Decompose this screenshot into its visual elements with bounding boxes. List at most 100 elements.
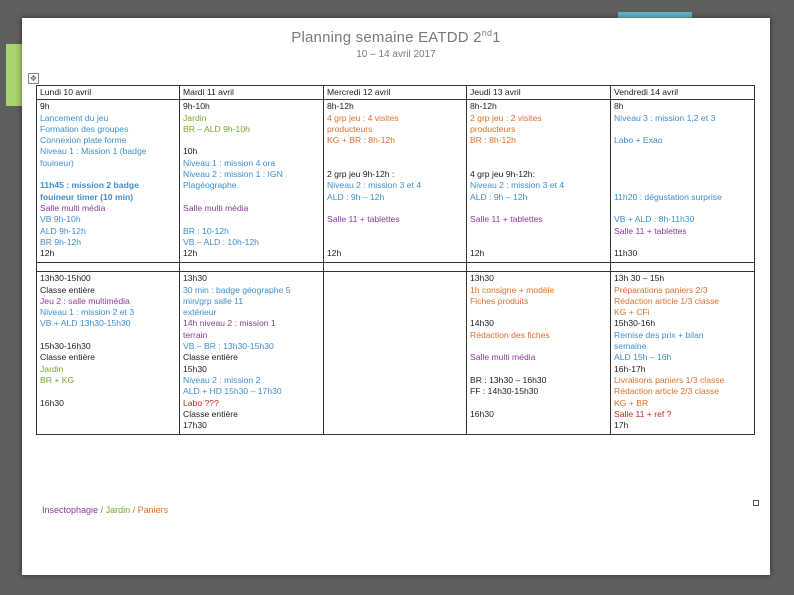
schedule-line: VB + ALD 13h30-15h30 (40, 318, 131, 329)
schedule-line: 16h30 (470, 408, 494, 419)
schedule-line (470, 226, 607, 237)
schedule-line (470, 398, 607, 409)
schedule-line (327, 146, 463, 157)
schedule-line (327, 226, 463, 237)
morning-cell: 8h-12h 2 grp jeu : 2 visites producteurs BR… (466, 99, 611, 264)
schedule-line: KG + BR : 8h-12h (327, 135, 396, 146)
schedule-line: Labo + Exao (614, 135, 663, 146)
schedule-line: Connexion plate forme (40, 135, 127, 146)
schedule-line: terrain (183, 329, 208, 340)
legend-separator: / (130, 505, 138, 515)
schedule-line: Salle 11 + ref ? (614, 408, 672, 419)
schedule-line: semaine (614, 341, 647, 352)
title-end: 1 (492, 29, 501, 46)
spacer-cell (610, 262, 755, 273)
schedule-line: KG + CFi (614, 307, 650, 318)
schedule-line: 11h20 : dégustation surprise (614, 191, 722, 202)
schedule-line: Niveau 2 : mission 1 : IGN (183, 169, 283, 180)
schedule-line: Niveau 2 : mission 3 et 4 (470, 180, 565, 191)
schedule-line (470, 146, 607, 157)
schedule-line: 17h30 (183, 420, 207, 431)
schedule-line: Rédaction des fiches (470, 329, 550, 340)
schedule-line (614, 158, 751, 169)
schedule-line: VB – BR : 13h30-15h30 (183, 341, 274, 352)
schedule-line: 4 grp jeu 9h-12h: (470, 169, 535, 180)
schedule-line: Niveau 3 : mission 1,2 et 3 (614, 112, 716, 123)
spacer-row (36, 262, 755, 273)
schedule-line: Niveau 2 : mission 2 (183, 374, 261, 385)
page-subtitle: 10 – 14 avril 2017 (356, 49, 436, 60)
schedule-line: 12h (327, 248, 342, 259)
schedule-line (327, 203, 463, 214)
schedule-line: Plagéographe (183, 180, 237, 191)
morning-cell: 8h-12h 4 grp jeu : 4 visites producteurs KG… (323, 99, 467, 264)
schedule-line: ALD : 9h – 12h (470, 191, 528, 202)
schedule-line: Classe entière (40, 352, 95, 363)
schedule-line: BR – ALD 9h-10h (183, 123, 250, 134)
schedule-line: Niveau 1 : Mission 1 (badge (40, 146, 147, 157)
schedule-line: VB + ALD : 8h-11h30 (614, 214, 695, 225)
schedule-line: 1h consigne + modèle (470, 284, 555, 295)
day-header-monday: Lundi 10 avril (36, 84, 180, 101)
schedule-line (470, 364, 607, 375)
schedule-line: ALD 15h – 16h (614, 352, 672, 363)
schedule-line: BR : 10-12h (183, 225, 229, 236)
schedule-line: 15h30-16h30 (40, 341, 91, 352)
schedule-line: 8h-12h (327, 101, 354, 112)
schedule-line: Classe entière (40, 284, 95, 295)
schedule-line: Salle 11 + tablettes (470, 214, 543, 225)
schedule-line (470, 341, 607, 352)
schedule-line (470, 158, 607, 169)
schedule-line: FF : 14h30-15h30 (470, 386, 539, 397)
spacer-cell (323, 262, 467, 273)
schedule-line: Salle multi média (40, 202, 106, 213)
schedule-line: BR : 8h-12h (470, 135, 516, 146)
schedule-line: 2 grp jeu : 2 visites (470, 112, 542, 123)
schedule-line: producteurs (470, 123, 516, 134)
title-superscript: nd (481, 28, 493, 38)
schedule-line: 4 grp jeu : 4 visites (327, 112, 399, 123)
table-resize-handle[interactable] (753, 500, 759, 506)
schedule-line: VB 9h-10h (40, 214, 81, 225)
schedule-line: Salle 11 + tablettes (614, 225, 687, 236)
day-header-thursday: Jeudi 13 avril (466, 84, 611, 101)
schedule-line: 16h30 (40, 397, 64, 408)
schedule-line: Classe entière (183, 352, 238, 363)
table-move-handle-icon[interactable]: ✥ (28, 73, 39, 84)
schedule-line (327, 237, 463, 248)
schedule-line: 16h-17h (614, 363, 646, 374)
morning-row: 9h Lancement du jeu Formation des groupes C… (36, 99, 755, 264)
schedule-line (183, 135, 320, 146)
schedule-line: Niveau 1 : mission 4 ora (183, 157, 276, 168)
schedule-line: 12h (470, 248, 485, 259)
schedule-line: Remise des prix + bilan (614, 329, 704, 340)
schedule-line (327, 158, 463, 169)
document-page: Planning semaine EATDD 2nd1 10 – 14 avri… (22, 18, 770, 575)
afternoon-row: 13h30-15h00 Classe entière Jeu 2 : salle m… (36, 271, 755, 436)
schedule-line: Rédaction article 2/3 classe (614, 386, 720, 397)
schedule-line: 13h30 (470, 273, 494, 284)
schedule-line: 10h (183, 146, 198, 157)
schedule-line: extérieur (183, 307, 217, 318)
schedule-line: 12h (183, 248, 198, 259)
day-header-wednesday: Mercredi 12 avril (323, 84, 467, 101)
schedule-line (470, 307, 607, 318)
schedule-line: 8h-12h (470, 101, 497, 112)
spacer-cell (466, 262, 611, 273)
schedule-line: 9h (40, 101, 50, 112)
weekly-planning-table: Lundi 10 avril Mardi 11 avril Mercredi 1… (36, 84, 755, 436)
schedule-line: Salle 11 + tablettes (327, 214, 400, 225)
schedule-line (40, 169, 176, 180)
schedule-line: Livraisons paniers 1/3 classe (614, 374, 725, 385)
schedule-line (614, 180, 751, 191)
schedule-line: VB – ALD : 10h-12h (183, 236, 259, 247)
spacer-cell (36, 262, 180, 273)
schedule-line: 2 grp jeu 9h-12h : (327, 169, 395, 180)
schedule-line (183, 214, 320, 225)
schedule-line: Salle multi média (183, 202, 249, 213)
afternoon-cell: 13h30-15h00 Classe entière Jeu 2 : salle m… (36, 271, 180, 436)
title-main: Planning semaine EATDD 2 (291, 29, 482, 46)
schedule-line: 13h30 (183, 273, 207, 284)
schedule-line: 12h (40, 248, 55, 259)
schedule-line: 11h30 (614, 248, 638, 259)
